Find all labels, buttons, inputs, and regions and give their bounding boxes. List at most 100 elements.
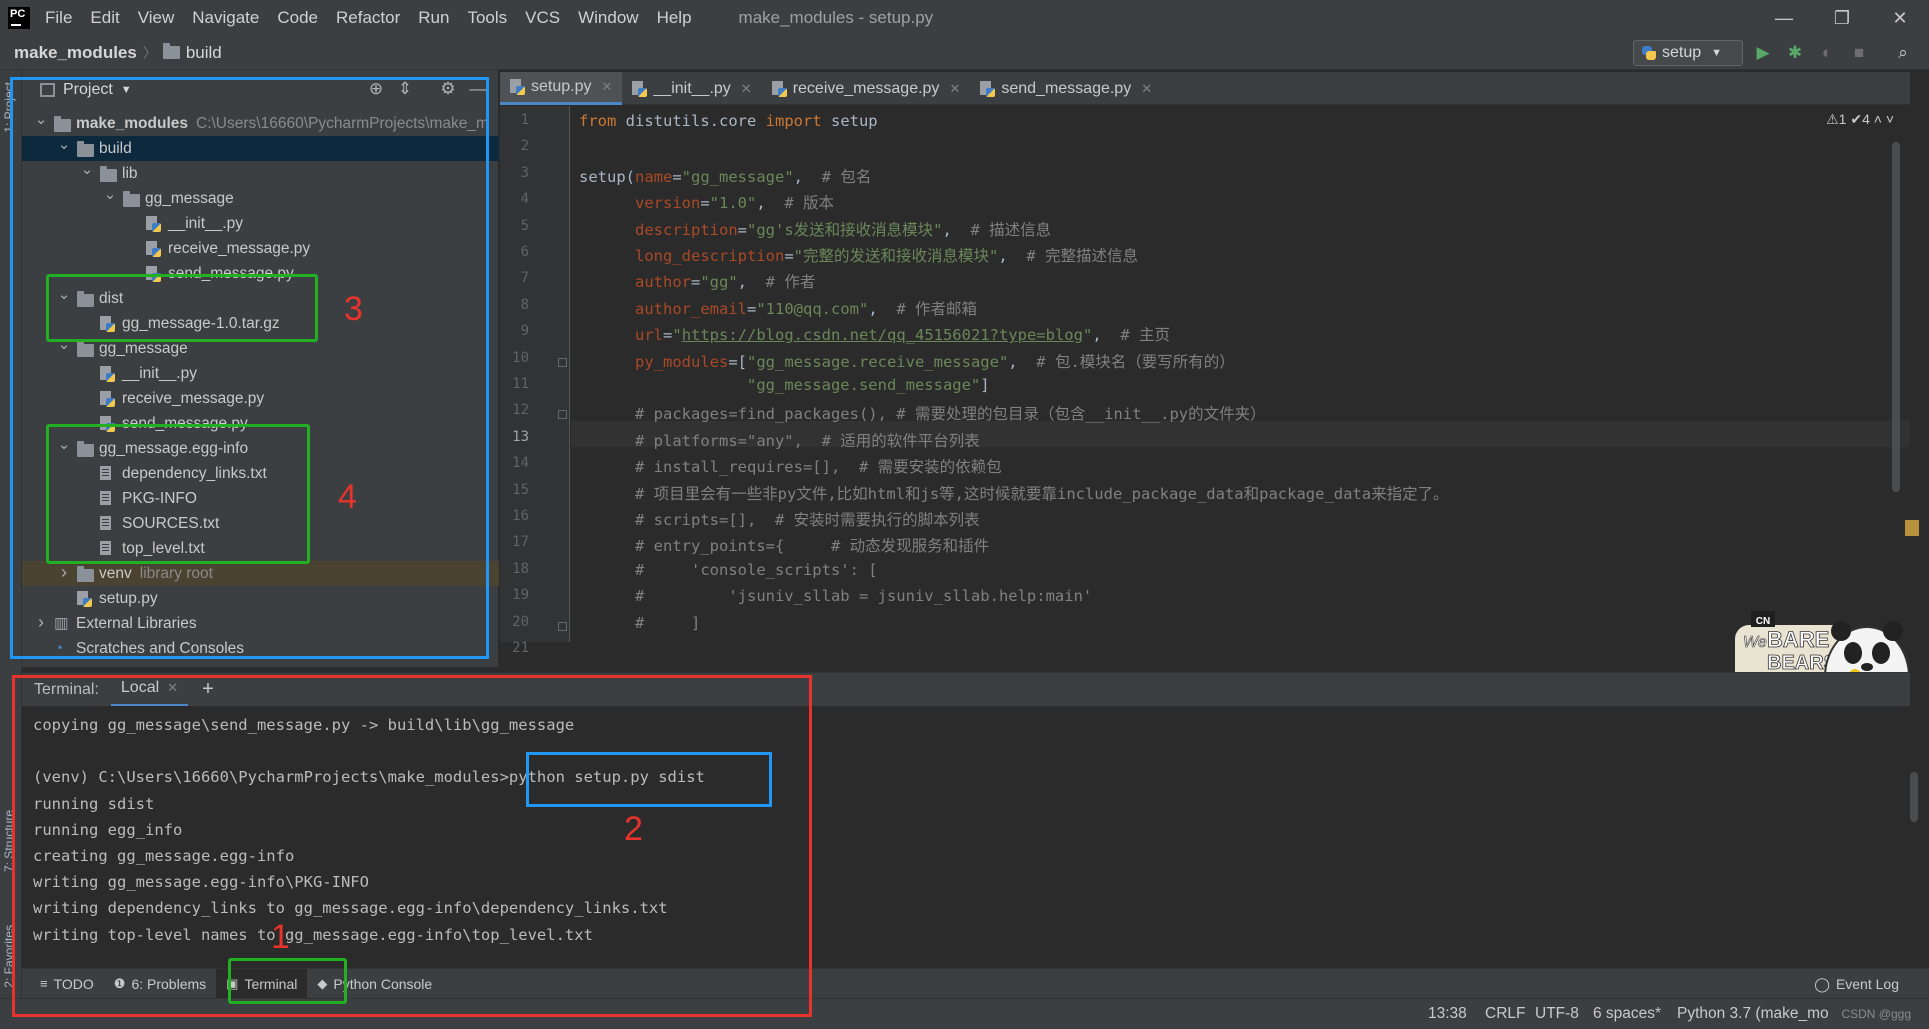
chevron-down-icon[interactable]: ⌄ xyxy=(57,432,71,457)
close-icon[interactable]: ✕ xyxy=(741,81,752,97)
tool-window-python-console[interactable]: ◆ Python Console xyxy=(307,969,442,999)
tree-item[interactable]: ⌄ gg_message xyxy=(22,336,499,361)
tree-item[interactable]: send_message.py xyxy=(22,261,499,286)
tree-item[interactable]: ⌄ lib xyxy=(22,161,499,186)
chevron-down-icon[interactable]: ⌄ xyxy=(34,107,48,132)
tree-item-label: gg_message xyxy=(99,336,188,361)
terminal-scrollbar[interactable] xyxy=(1910,772,1918,822)
tree-item[interactable]: › ▥ External Libraries xyxy=(22,611,499,636)
structure-tool-window-label[interactable]: 7: Structure xyxy=(2,810,16,872)
indent-setting[interactable]: 6 spaces* xyxy=(1593,1005,1661,1023)
tree-item[interactable]: ◔ Scratches and Consoles xyxy=(22,636,499,661)
tree-item[interactable]: ⌄ dist xyxy=(22,286,499,311)
chevron-down-icon[interactable]: ▼ xyxy=(121,84,132,96)
tree-item[interactable]: ⌄ make_modules C:\Users\16660\PycharmProje… xyxy=(22,111,499,136)
stop-icon[interactable]: ■ xyxy=(1848,42,1870,64)
tree-item[interactable]: receive_message.py xyxy=(22,386,499,411)
scrollbar-marker[interactable] xyxy=(1905,520,1919,536)
coverage-icon[interactable]: ◐ xyxy=(1816,42,1838,64)
close-button[interactable]: ✕ xyxy=(1871,0,1929,36)
tool-window-todo[interactable]: ≡ TODO xyxy=(30,969,104,999)
menu-run[interactable]: Run xyxy=(409,0,458,36)
code-editor[interactable]: ⚠1 ✔4 ˄ ˅ from distutils.core import set… xyxy=(571,106,1910,642)
project-tool-window-label[interactable]: 1: Project xyxy=(2,82,16,133)
tree-item[interactable]: ⌄ gg_message.egg-info xyxy=(22,436,499,461)
tool-window-terminal[interactable]: ▣ Terminal xyxy=(216,968,308,999)
menu-refactor[interactable]: Refactor xyxy=(327,0,409,36)
tree-item[interactable]: receive_message.py xyxy=(22,236,499,261)
tree-item[interactable]: dependency_links.txt xyxy=(22,461,499,486)
caret-position[interactable]: 13:38 xyxy=(1428,1005,1467,1023)
tree-item[interactable]: setup.py xyxy=(22,586,499,611)
menu-vcs[interactable]: VCS xyxy=(516,0,569,36)
editor-scrollbar[interactable] xyxy=(1892,142,1900,492)
run-configuration-select[interactable]: setup ▼ xyxy=(1633,40,1743,66)
fold-marker-icon[interactable] xyxy=(558,410,567,420)
breadcrumb-build[interactable]: build xyxy=(186,43,222,63)
tree-item[interactable]: ⌄ gg_message xyxy=(22,186,499,211)
menu-file[interactable]: File xyxy=(36,0,81,36)
line-number: 21 xyxy=(512,640,529,656)
tree-item[interactable]: top_level.txt xyxy=(22,536,499,561)
chevron-down-icon[interactable]: ⌄ xyxy=(57,332,71,357)
search-icon[interactable]: ⌕ xyxy=(1892,42,1914,64)
file-encoding[interactable]: UTF-8 xyxy=(1535,1005,1579,1023)
restore-button[interactable]: ❐ xyxy=(1813,0,1871,36)
tree-item[interactable]: SOURCES.txt xyxy=(22,511,499,536)
collapse-all-icon[interactable]: ⇕ xyxy=(395,79,415,99)
tree-item[interactable]: › venv library root xyxy=(22,561,499,586)
tree-item[interactable]: __init__.py xyxy=(22,361,499,386)
fold-marker-icon[interactable] xyxy=(558,357,567,367)
tree-item[interactable]: send_message.py xyxy=(22,411,499,436)
close-icon[interactable]: ✕ xyxy=(167,680,178,696)
menu-navigate[interactable]: Navigate xyxy=(183,0,268,36)
gear-icon[interactable]: ⚙ xyxy=(438,79,458,99)
editor-tab[interactable]: setup.py ✕ xyxy=(500,72,623,105)
menu-help[interactable]: Help xyxy=(648,0,701,36)
terminal-output[interactable]: copying gg_message\send_message.py -> bu… xyxy=(22,706,1910,968)
menu-tools[interactable]: Tools xyxy=(458,0,516,36)
debug-icon[interactable]: ✱ xyxy=(1784,42,1806,64)
minimize-button[interactable]: — xyxy=(1755,0,1813,36)
editor-tab[interactable]: receive_message.py ✕ xyxy=(762,72,971,105)
pycharm-logo-icon[interactable]: PC xyxy=(8,7,30,29)
menu-view[interactable]: View xyxy=(129,0,184,36)
tree-item[interactable]: __init__.py xyxy=(22,211,499,236)
code-token: " xyxy=(672,326,682,345)
run-icon[interactable]: ▶ xyxy=(1752,42,1774,64)
favorites-tool-window-label[interactable]: 2: Favorites xyxy=(2,925,16,988)
close-icon[interactable]: ✕ xyxy=(949,81,960,97)
close-icon[interactable]: ✕ xyxy=(601,79,612,95)
locate-file-icon[interactable]: ⊕ xyxy=(366,79,386,99)
terminal-tab-local[interactable]: Local ✕ xyxy=(110,673,189,707)
editor-tab[interactable]: send_message.py ✕ xyxy=(970,72,1162,105)
hide-panel-icon[interactable]: — xyxy=(468,79,488,99)
menu-edit[interactable]: Edit xyxy=(81,0,128,36)
code-token: import xyxy=(765,112,831,130)
python-interpreter[interactable]: Python 3.7 (make_mo xyxy=(1677,1005,1829,1023)
fold-marker-icon[interactable] xyxy=(558,621,567,631)
inspection-widget[interactable]: ⚠1 ✔4 ˄ ˅ xyxy=(1826,111,1894,128)
line-separator[interactable]: CRLF xyxy=(1485,1005,1525,1023)
menu-window[interactable]: Window xyxy=(569,0,647,36)
chevron-down-icon[interactable]: ⌄ xyxy=(103,182,117,207)
chevron-down-icon[interactable]: ⌄ xyxy=(57,282,71,307)
event-log-button[interactable]: ◯ Event Log xyxy=(1814,969,1899,999)
tree-item[interactable]: PKG-INFO xyxy=(22,486,499,511)
chevron-right-icon[interactable]: › xyxy=(34,610,48,635)
menu-code[interactable]: Code xyxy=(268,0,327,36)
chevron-down-icon[interactable]: ⌄ xyxy=(57,132,71,157)
tree-item-name: make_modules xyxy=(76,115,188,132)
breadcrumb-project[interactable]: make_modules xyxy=(14,43,137,63)
tree-item[interactable]: gg_message-1.0.tar.gz xyxy=(22,311,499,336)
text-file-icon xyxy=(100,491,111,505)
tool-window-6-problems[interactable]: ❶ 6: Problems xyxy=(104,969,216,999)
chevron-right-icon[interactable]: › xyxy=(57,560,71,585)
editor-tab[interactable]: __init__.py ✕ xyxy=(622,72,761,105)
window-controls: — ❐ ✕ xyxy=(1755,0,1929,36)
close-icon[interactable]: ✕ xyxy=(1141,81,1152,97)
chevron-down-icon[interactable]: ⌄ xyxy=(80,157,94,182)
project-panel-title[interactable]: Project xyxy=(63,81,113,99)
new-terminal-tab-button[interactable]: + xyxy=(202,678,214,701)
